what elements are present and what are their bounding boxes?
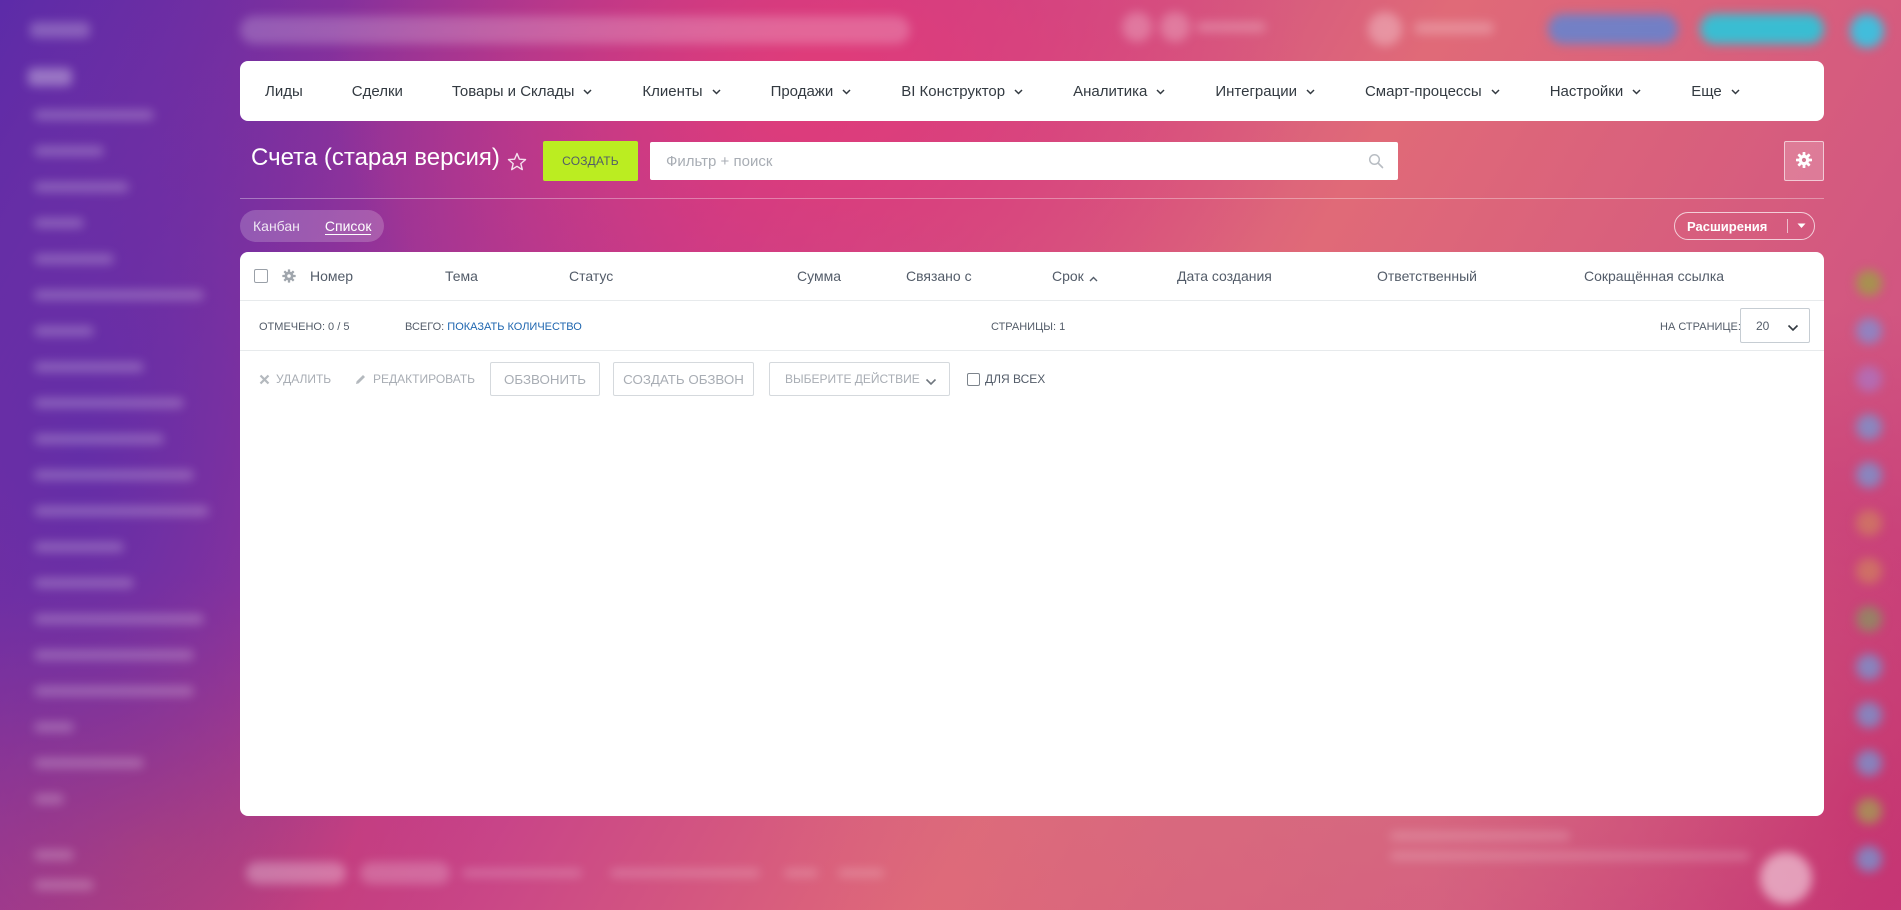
chevron-down-icon: [1155, 86, 1166, 97]
chevron-down-icon: [1305, 86, 1316, 97]
nav-item-label: Клиенты: [642, 82, 703, 100]
edit-label: РЕДАКТИРОВАТЬ: [373, 372, 476, 386]
nav-item-bi-builder[interactable]: BI Конструктор: [901, 83, 1024, 100]
nav-item-integrations[interactable]: Интеграции: [1215, 83, 1316, 100]
nav-item-label: Сделки: [351, 82, 403, 100]
invoices-grid: Номер Тема Статус Сумма Связано с Срок Д…: [240, 252, 1824, 816]
chevron-down-icon: [1013, 86, 1024, 97]
nav-item-label: Настройки: [1549, 82, 1624, 100]
pencil-icon: [356, 374, 365, 384]
view-tab-kanban[interactable]: Канбан: [253, 218, 300, 234]
grid-info-row: ОТМЕЧЕНО: 0 / 5 ВСЕГО: ПОКАЗАТЬ КОЛИЧЕСТ…: [240, 301, 1824, 351]
nav-item-more[interactable]: Еще: [1691, 83, 1741, 100]
sort-ascending-icon: [1089, 269, 1098, 285]
nav-item-label: BI Конструктор: [901, 82, 1006, 100]
nav-item-label: Интеграции: [1215, 82, 1297, 100]
call-button[interactable]: ОБЗВОНИТЬ: [490, 362, 600, 396]
nav-item-label: Товары и Склады: [451, 82, 575, 100]
column-header[interactable]: Сумма: [797, 268, 841, 284]
chevron-down-icon: [711, 86, 722, 97]
for-all-toggle[interactable]: ДЛЯ ВСЕХ: [967, 372, 1045, 386]
nav-item-label: Аналитика: [1073, 82, 1148, 100]
nav-item-label: Еще: [1691, 82, 1722, 100]
view-tab-list[interactable]: Список: [324, 218, 372, 235]
column-header[interactable]: Сокращённая ссылка: [1584, 268, 1724, 284]
nav-item-deals[interactable]: Сделки: [352, 83, 403, 100]
column-header-sorted[interactable]: Срок: [1052, 268, 1098, 285]
nav-item-clients[interactable]: Клиенты: [642, 83, 721, 100]
column-header[interactable]: Статус: [569, 268, 613, 284]
gear-icon: [1795, 151, 1813, 172]
delete-label: УДАЛИТЬ: [276, 372, 332, 386]
chevron-down-icon: [582, 86, 593, 97]
group-actions-bar: УДАЛИТЬ РЕДАКТИРОВАТЬ ОБЗВОНИТЬ СОЗДАТЬ …: [240, 351, 1824, 411]
column-settings-icon[interactable]: [281, 268, 297, 284]
create-button[interactable]: СОЗДАТЬ: [543, 141, 638, 181]
caret-down-icon[interactable]: [1788, 223, 1814, 229]
nav-item-sales[interactable]: Продажи: [771, 83, 853, 100]
chevron-down-icon: [1631, 86, 1642, 97]
chevron-down-icon: [1730, 86, 1741, 97]
chevron-down-icon: [841, 86, 852, 97]
search-icon[interactable]: [1368, 153, 1384, 169]
settings-button[interactable]: [1784, 141, 1824, 181]
column-header[interactable]: Ответственный: [1377, 268, 1477, 284]
column-header[interactable]: Тема: [445, 268, 478, 284]
nav-item-products-warehouses[interactable]: Товары и Склады: [452, 83, 594, 100]
nav-item-label: Смарт-процессы: [1364, 82, 1482, 100]
create-call-button[interactable]: СОЗДАТЬ ОБЗВОН: [613, 362, 754, 396]
nav-item-leads[interactable]: Лиды: [265, 83, 303, 100]
crm-top-navigation: Лиды Сделки Товары и Склады Клиенты Прод…: [240, 61, 1824, 121]
total-label: ВСЕГО:: [405, 321, 445, 333]
column-header-label: Срок: [1052, 268, 1084, 284]
per-page-label: НА СТРАНИЦЕ:: [1660, 321, 1741, 333]
search-input[interactable]: [650, 142, 1398, 180]
chevron-down-icon: [1490, 86, 1501, 97]
filter-search-box: [650, 142, 1398, 180]
select-all-checkbox[interactable]: [254, 269, 268, 283]
page-title: Счета (старая версия): [251, 144, 500, 171]
delete-action[interactable]: УДАЛИТЬ: [259, 372, 331, 386]
close-icon: [259, 374, 270, 384]
column-header[interactable]: Дата создания: [1177, 268, 1272, 284]
column-header[interactable]: Связано с: [906, 268, 972, 284]
toolbar-divider: [240, 198, 1824, 199]
grid-header-row: Номер Тема Статус Сумма Связано с Срок Д…: [240, 252, 1824, 301]
nav-item-analytics[interactable]: Аналитика: [1073, 83, 1166, 100]
view-switcher: Канбан Список: [240, 210, 384, 242]
column-header[interactable]: Номер: [310, 268, 353, 284]
chevron-down-icon: [1787, 321, 1799, 335]
pages-counter: СТРАНИЦЫ: 1: [991, 321, 1066, 333]
nav-item-smart-processes[interactable]: Смарт-процессы: [1365, 83, 1501, 100]
per-page-value: 20: [1756, 318, 1770, 333]
per-page-select[interactable]: 20: [1740, 308, 1810, 343]
total-counter: ВСЕГО: ПОКАЗАТЬ КОЛИЧЕСТВО: [405, 321, 582, 333]
action-select-value: ВЫБЕРИТЕ ДЕЙСТВИЕ: [785, 372, 920, 386]
edit-action[interactable]: РЕДАКТИРОВАТЬ: [354, 372, 475, 386]
action-select[interactable]: ВЫБЕРИТЕ ДЕЙСТВИЕ: [769, 362, 950, 396]
star-icon[interactable]: [506, 151, 528, 173]
selected-counter: ОТМЕЧЕНО: 0 / 5: [259, 321, 350, 333]
nav-item-label: Лиды: [265, 82, 303, 100]
chevron-down-icon: [925, 375, 937, 389]
extensions-button[interactable]: Расширения: [1674, 212, 1815, 240]
for-all-checkbox[interactable]: [967, 372, 980, 386]
show-count-link[interactable]: ПОКАЗАТЬ КОЛИЧЕСТВО: [447, 321, 582, 333]
nav-item-settings[interactable]: Настройки: [1550, 83, 1643, 100]
nav-item-label: Продажи: [770, 82, 834, 100]
extensions-label: Расширения: [1687, 218, 1768, 234]
for-all-label: ДЛЯ ВСЕХ: [985, 372, 1046, 386]
